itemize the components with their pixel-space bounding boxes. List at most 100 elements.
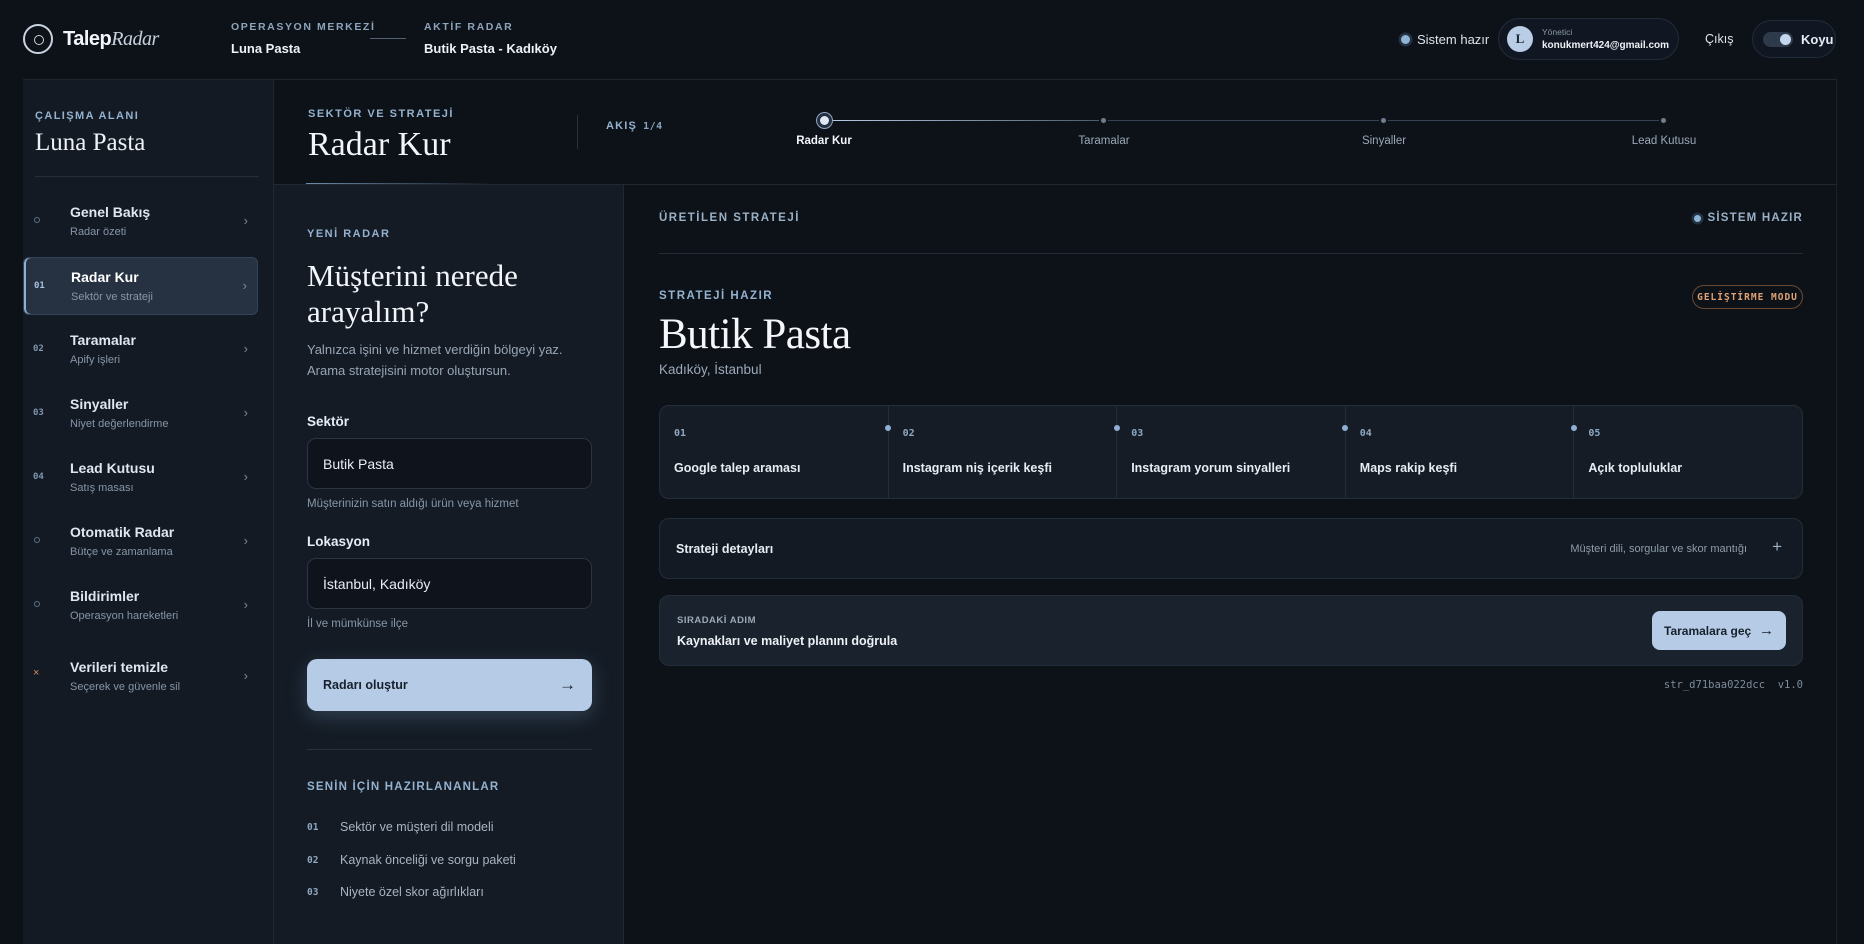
chevron-right-icon: › — [243, 668, 248, 683]
circle-icon — [34, 601, 40, 607]
sidebar-item-signals[interactable]: 03 Sinyaller Niyet değerlendirme › — [23, 385, 258, 443]
location-input[interactable]: İstanbul, Kadıköy — [307, 558, 592, 609]
flow-progress: 1/4 — [643, 121, 663, 132]
form-title: Müşterini nerede arayalım? — [307, 258, 518, 329]
new-radar-form: YENİ RADAR Müşterini nerede arayalım? Ya… — [274, 185, 624, 944]
source-name: Açık topluluklar — [1588, 461, 1683, 475]
step-label-radar-setup[interactable]: Radar Kur — [796, 135, 852, 147]
sidebar-item-label: Lead Kutusu — [70, 460, 155, 476]
strategy-version: str_d71baa022dcc v1.0 — [1664, 679, 1803, 691]
source-card[interactable]: 03 Instagram yorum sinyalleri — [1117, 406, 1346, 498]
sidebar-divider — [35, 176, 259, 177]
active-radar-crumb: AKTİF RADAR Butik Pasta - Kadıköy — [424, 21, 557, 56]
workspace-name: Luna Pasta — [35, 129, 146, 156]
user-email: konukmert424@gmail.com — [1542, 40, 1670, 51]
step-label-scans[interactable]: Taramalar — [1078, 135, 1129, 147]
details-title: Strateji detayları — [676, 542, 774, 556]
source-num: 01 — [674, 428, 687, 439]
chevron-right-icon: › — [243, 533, 248, 548]
step-number: 04 — [33, 472, 44, 482]
source-list: 01 Google talep araması 02 Instagram niş… — [659, 405, 1803, 499]
app-logo[interactable]: TalepRadar — [23, 24, 159, 54]
workspace-label: ÇALIŞMA ALANI — [35, 110, 140, 122]
header-separator — [577, 115, 578, 149]
step-node[interactable] — [1659, 116, 1668, 125]
connector-dot-icon — [885, 425, 891, 431]
stepper-line — [824, 120, 1104, 121]
create-radar-label: Radarı oluştur — [323, 678, 408, 692]
connector-dot-icon — [1114, 425, 1120, 431]
step-node-current[interactable] — [817, 113, 832, 128]
step-label-signals[interactable]: Sinyaller — [1362, 135, 1406, 147]
prepared-item: 01 Sektör ve müşteri dil modeli — [307, 820, 494, 834]
prepared-item: 03 Niyete özel skor ağırlıkları — [307, 885, 484, 899]
prepared-item-num: 02 — [307, 855, 319, 866]
user-role: Yönetici — [1542, 27, 1573, 37]
ops-center-crumb: OPERASYON MERKEZİ Luna Pasta — [231, 21, 375, 56]
prepared-item-num: 03 — [307, 887, 319, 898]
sidebar-item-scans[interactable]: 02 Taramalar Apify işleri › — [23, 321, 258, 379]
plus-icon[interactable]: + — [1772, 537, 1782, 557]
source-card[interactable]: 01 Google talep araması — [660, 406, 889, 498]
sidebar: ÇALIŞMA ALANI Luna Pasta Genel Bakış Rad… — [23, 80, 274, 944]
app-name: TalepRadar — [63, 27, 159, 50]
sidebar-item-overview[interactable]: Genel Bakış Radar özeti › — [23, 193, 258, 251]
sidebar-item-sub: Satış masası — [70, 482, 134, 494]
avatar: L — [1507, 26, 1533, 52]
step-number: 02 — [33, 344, 44, 354]
chevron-right-icon: › — [243, 469, 248, 484]
sidebar-item-sub: Seçerek ve güvenle sil — [70, 681, 181, 693]
sidebar-item-sub: Niyet değerlendirme — [70, 418, 169, 430]
page-kicker: SEKTÖR VE STRATEJİ — [308, 108, 454, 120]
source-num: 03 — [1131, 428, 1144, 439]
sidebar-item-label: Taramalar — [70, 332, 136, 348]
sidebar-item-label: Verileri temizle — [70, 659, 169, 675]
go-to-scans-button[interactable]: Taramalara geç → — [1652, 611, 1786, 650]
strategy-system-status-text: SİSTEM HAZIR — [1707, 212, 1803, 224]
sidebar-item-lead-box[interactable]: 04 Lead Kutusu Satış masası › — [23, 449, 258, 507]
step-label-lead-box[interactable]: Lead Kutusu — [1632, 135, 1697, 147]
form-description: Yalnızca işini ve hizmet verdiğin bölgey… — [307, 342, 563, 378]
source-card[interactable]: 05 Açık topluluklar — [1574, 406, 1802, 498]
chevron-right-icon: › — [243, 405, 248, 420]
top-bar: TalepRadar OPERASYON MERKEZİ Luna Pasta … — [0, 0, 1864, 79]
system-status-text: Sistem hazır — [1417, 32, 1490, 47]
strategy-divider — [659, 253, 1803, 254]
step-node[interactable] — [1099, 116, 1108, 125]
source-card[interactable]: 02 Instagram niş içerik keşfi — [889, 406, 1118, 498]
user-chip[interactable]: L Yönetici konukmert424@gmail.com — [1498, 18, 1679, 60]
dev-mode-badge: GELİŞTİRME MODU — [1692, 285, 1803, 309]
theme-toggle[interactable]: Koyu — [1752, 20, 1836, 58]
flow-indicator: AKIŞ 1/4 — [606, 120, 663, 132]
details-subtitle: Müşteri dili, sorgular ve skor mantığı — [1570, 543, 1747, 555]
step-number: 01 — [34, 281, 45, 291]
strategy-details-accordion[interactable]: Strateji detayları Müşteri dili, sorgula… — [659, 518, 1803, 579]
step-node[interactable] — [1379, 116, 1388, 125]
strategy-ready-kicker: STRATEJİ HAZIR — [659, 290, 774, 302]
strategy-system-status: SİSTEM HAZIR — [1694, 212, 1803, 224]
source-num: 04 — [1359, 428, 1372, 439]
theme-label: Koyu — [1801, 31, 1834, 47]
sidebar-item-clear-data[interactable]: × Verileri temizle Seçerek ve güvenle si… — [23, 648, 258, 706]
sidebar-item-label: Bildirimler — [70, 588, 140, 604]
circle-icon — [34, 537, 40, 543]
prepared-item-text: Sektör ve müşteri dil modeli — [340, 820, 494, 834]
sector-input[interactable]: Butik Pasta — [307, 438, 592, 489]
source-name: Instagram niş içerik keşfi — [902, 461, 1052, 475]
form-divider — [307, 749, 592, 750]
next-step-text: Kaynakları ve maliyet planını doğrula — [677, 634, 898, 648]
create-radar-button[interactable]: Radarı oluştur → — [307, 659, 592, 711]
chevron-right-icon: › — [243, 341, 248, 356]
sidebar-item-auto-radar[interactable]: Otomatik Radar Bütçe ve zamanlama › — [23, 513, 258, 571]
generated-strategy-label: ÜRETİLEN STRATEJİ — [659, 212, 800, 224]
location-hint: İl ve mümkünse ilçe — [307, 618, 408, 630]
strategy-id: str_d71baa022dcc — [1663, 679, 1766, 691]
strategy-title: Butik Pasta — [659, 311, 851, 358]
source-card[interactable]: 04 Maps rakip keşfi — [1346, 406, 1575, 498]
close-icon: × — [33, 667, 40, 679]
logout-link[interactable]: Çıkış — [1705, 32, 1733, 46]
sidebar-item-radar-setup[interactable]: 01 Radar Kur Sektör ve strateji › — [23, 257, 258, 315]
sidebar-item-notifications[interactable]: Bildirimler Operasyon hareketleri › — [23, 577, 258, 635]
arrow-right-icon: → — [559, 675, 576, 694]
next-step-card: SIRADAKİ ADIM Kaynakları ve maliyet plan… — [659, 595, 1803, 666]
